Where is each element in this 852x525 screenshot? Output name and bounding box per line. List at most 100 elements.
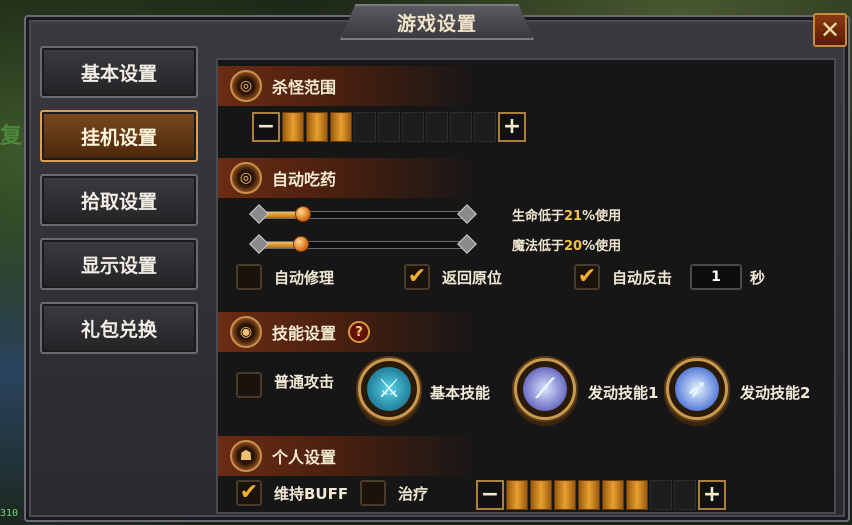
level-cell [450,112,472,142]
slider-left-end-icon [249,204,269,224]
level-cell [674,480,696,510]
person-icon: ☗ [230,440,262,472]
sidebar-item-display[interactable]: 显示设置 [40,238,198,290]
title-plate: 游戏设置 [340,4,534,40]
section-title: 杀怪范围 [272,78,337,97]
personal-level-bar [506,480,696,510]
slider-track [260,211,466,219]
level-cell [306,112,328,142]
sidebar-item-label: 礼包兑换 [80,318,157,341]
hp-label-value: 21 [564,209,583,224]
mp-label-prefix: 魔法低于 [512,239,565,254]
range-decrease-button[interactable]: − [252,112,280,142]
personal-decrease-button[interactable]: − [476,480,504,510]
potion-icon: ◎ [230,162,262,194]
hp-label-prefix: 生命低于 [512,209,565,224]
personal-increase-button[interactable]: + [698,480,726,510]
sidebar-item-basic[interactable]: 基本设置 [40,46,198,98]
range-stepper: − + [252,112,526,142]
hp-label-suffix: %使用 [582,209,622,224]
auto-repair-checkbox[interactable] [236,264,262,290]
level-cell [378,112,400,142]
hp-threshold-slider[interactable] [249,204,477,224]
slider-track [260,241,466,249]
sidebar-item-gift[interactable]: 礼包兑换 [40,302,198,354]
keep-buff-checkbox[interactable]: ✔ [236,480,262,506]
normal-attack-option[interactable]: 普通攻击 [236,372,334,398]
sidebar-item-label: 拾取设置 [80,190,157,213]
sidebar: 基本设置 挂机设置 拾取设置 显示设置 礼包兑换 [40,46,198,366]
slider-thumb[interactable] [295,206,311,222]
slider-left-end-icon [249,234,269,254]
section-header-skills: ◉ 技能设置 ? [218,312,478,352]
background-counter: 310 [0,508,19,519]
section-title: 自动吃药 [272,170,337,189]
level-cell [554,480,576,510]
trigger-skill-1-slot[interactable]: ⟋ [514,358,576,420]
window-title: 游戏设置 [396,12,477,35]
level-cell [530,480,552,510]
counter-seconds-input[interactable]: 1 [690,264,742,290]
return-origin-label: 返回原位 [442,268,503,287]
level-cell [506,480,528,510]
keep-buff-label: 维持BUFF [274,484,349,503]
close-button[interactable]: ✕ [813,13,847,47]
slider-thumb[interactable] [293,236,309,252]
mp-label-suffix: %使用 [582,239,622,254]
level-cell [282,112,304,142]
slider-right-end-icon [457,234,477,254]
basic-skill-label: 基本技能 [430,384,491,402]
return-origin-option[interactable]: ✔ 返回原位 [404,264,502,290]
level-cell [330,112,352,142]
return-origin-checkbox[interactable]: ✔ [404,264,430,290]
hp-threshold-label: 生命低于21%使用 [512,205,621,224]
range-increase-button[interactable]: + [498,112,526,142]
level-cell [602,480,624,510]
level-cell [650,480,672,510]
heal-option[interactable]: 治疗 [360,480,428,506]
sidebar-item-idle[interactable]: 挂机设置 [40,110,198,162]
level-cell [354,112,376,142]
normal-attack-label: 普通攻击 [274,372,335,391]
auto-counter-label: 自动反击 [612,268,673,287]
skill-settings-icon: ◉ [230,316,262,348]
auto-repair-label: 自动修理 [274,268,335,287]
section-header-personal: ☗ 个人设置 [218,436,478,476]
settings-content: ◎ 杀怪范围 − + ◎ 自动吃药 生命低于21%使用 魔法低于20%使用 自动… [216,58,836,514]
auto-counter-option[interactable]: ✔ 自动反击 [574,264,672,290]
trigger-skill-2-slot[interactable]: ➶ [666,358,728,420]
background-text: 复 [0,124,23,149]
level-cell [626,480,648,510]
mp-label-value: 20 [564,239,583,254]
section-header-range: ◎ 杀怪范围 [218,66,478,106]
sidebar-item-pickup[interactable]: 拾取设置 [40,174,198,226]
heal-checkbox[interactable] [360,480,386,506]
mp-threshold-label: 魔法低于20%使用 [512,235,621,254]
section-title: 个人设置 [272,448,337,467]
heal-label: 治疗 [398,484,429,503]
level-cell [578,480,600,510]
basic-skill-slot[interactable]: ⚔ [358,358,420,420]
help-icon[interactable]: ? [348,321,371,343]
keep-buff-option[interactable]: ✔ 维持BUFF [236,480,348,506]
level-cell [402,112,424,142]
sidebar-item-label: 基本设置 [80,62,157,85]
sidebar-item-label: 显示设置 [80,254,157,277]
normal-attack-checkbox[interactable] [236,372,262,398]
range-level-bar [282,112,496,142]
auto-counter-checkbox[interactable]: ✔ [574,264,600,290]
close-icon: ✕ [819,16,841,44]
sidebar-item-label: 挂机设置 [80,126,157,149]
auto-repair-option[interactable]: 自动修理 [236,264,334,290]
trigger-skill-1-label: 发动技能1 [588,384,659,402]
purple-slash-skill-icon: ⟋ [523,367,567,411]
blue-blade-skill-icon: ⚔ [367,367,411,411]
trigger-skill-2-label: 发动技能2 [740,384,811,402]
target-icon: ◎ [230,70,262,102]
section-header-potion: ◎ 自动吃药 [218,158,478,198]
blue-sword-skill-icon: ➶ [675,367,719,411]
personal-stepper: − + [476,480,726,510]
mp-threshold-slider[interactable] [249,234,477,254]
slider-right-end-icon [457,204,477,224]
seconds-unit-label: 秒 [750,269,766,287]
